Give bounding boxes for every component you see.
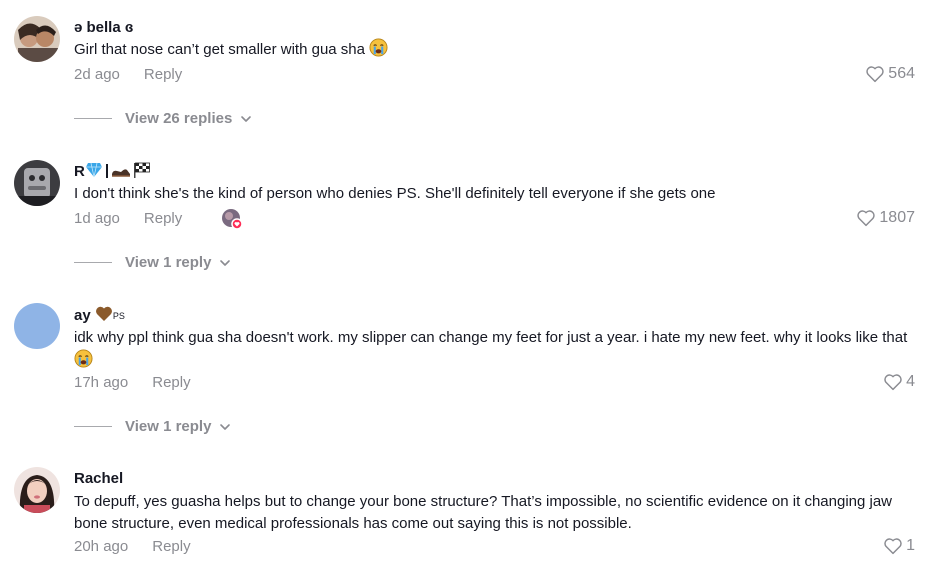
like-button[interactable]: 4 [883,373,915,391]
chevron-down-icon [220,259,231,266]
comment-text: idk why ppl think gua sha doesn't work. … [74,327,919,372]
heart-icon [884,374,902,391]
username[interactable]: ay PS [74,306,125,324]
chevron-down-icon [241,115,252,122]
heart-icon [866,66,885,83]
comment-meta: 1d ago Reply [74,210,182,227]
divider [74,426,112,427]
reply-button[interactable]: Reply [152,374,190,391]
like-count: 1807 [879,209,915,226]
timestamp: 1d ago [74,210,120,227]
comment-text: Girl that nose can’t get smaller with gu… [74,38,919,61]
like-button[interactable]: 1807 [856,209,915,227]
avatar[interactable] [14,160,60,206]
like-count: 4 [906,373,915,390]
comment-meta: 17h ago Reply [74,374,191,391]
username-bar [105,164,108,178]
comment-text: I don't think she's the kind of person w… [74,185,716,202]
avatar[interactable] [14,303,60,349]
heart-brown-icon [95,306,112,321]
timestamp: 20h ago [74,538,129,555]
like-button[interactable]: 1 [883,537,915,555]
avatar[interactable] [14,467,60,513]
comment-text: To depuff, yes guasha helps but to chang… [74,493,893,532]
view-replies-button[interactable]: View 1 reply [74,418,231,435]
avatar[interactable] [14,16,60,62]
like-count: 564 [888,65,915,82]
like-count: 1 [906,537,915,554]
like-button[interactable]: 564 [865,65,915,83]
username[interactable]: ə bella ɞ [74,19,133,36]
flag-icon [133,162,150,178]
reply-button[interactable]: Reply [152,538,190,555]
divider [74,262,112,263]
divider [74,118,112,119]
comment-meta: 2d ago Reply [74,66,182,83]
view-replies-button[interactable]: View 1 reply [74,254,231,271]
chevron-down-icon [220,423,231,430]
heart-icon [857,210,876,227]
diamond-icon [85,162,102,178]
reply-button[interactable]: Reply [144,210,182,227]
crying-emoji-icon [74,349,93,368]
view-replies-button[interactable]: View 26 replies [74,110,252,127]
heart-icon [884,538,902,555]
comment-meta: 20h ago Reply [74,538,191,555]
crying-emoji-icon [369,38,388,57]
timestamp: 17h ago [74,374,129,391]
shoe-icon [111,169,130,177]
reply-button[interactable]: Reply [144,66,182,83]
creator-liked-avatar [221,208,243,230]
username[interactable]: Rachel [74,470,123,487]
timestamp: 2d ago [74,66,120,83]
username[interactable]: R [74,162,151,180]
